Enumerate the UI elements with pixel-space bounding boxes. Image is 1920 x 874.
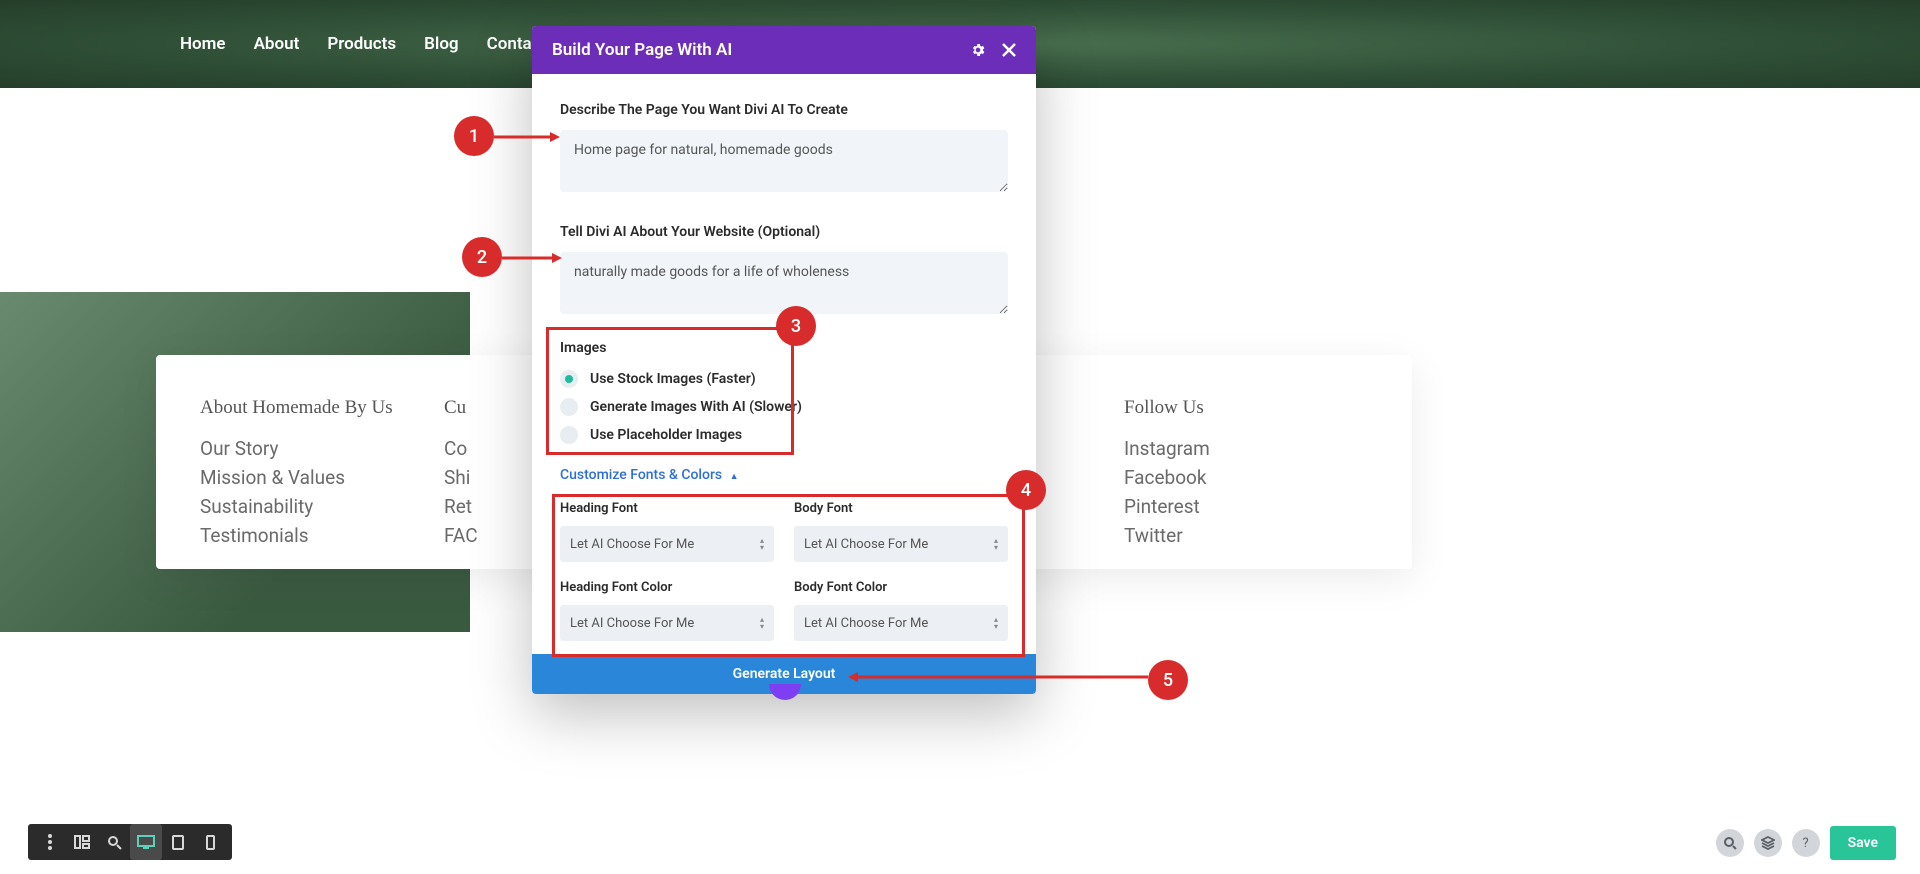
menu-icon[interactable] (34, 824, 66, 860)
footer-link[interactable]: Testimonials (200, 524, 444, 547)
describe-input[interactable] (560, 130, 1008, 192)
footer-link[interactable]: Sustainability (200, 495, 444, 518)
heading-color-select[interactable]: Let AI Choose For Me (560, 605, 774, 641)
footer-col1-title: About Homemade By Us (200, 397, 444, 419)
select-value: Let AI Choose For Me (804, 616, 928, 631)
modal-header: Build Your Page With AI (532, 26, 1036, 74)
body-color-select[interactable]: Let AI Choose For Me (794, 605, 1008, 641)
bottom-toolbar (28, 824, 232, 860)
customize-fonts-toggle[interactable]: Customize Fonts & Colors ▲ (560, 467, 739, 483)
anno-badge-2: 2 (462, 237, 502, 277)
modal-body: Describe The Page You Want Divi AI To Cr… (532, 74, 1036, 654)
footer-link[interactable]: Facebook (1124, 466, 1368, 489)
body-font-select[interactable]: Let AI Choose For Me (794, 526, 1008, 562)
footer-col2-title: Cu (444, 397, 504, 419)
select-arrows-icon (994, 617, 998, 630)
select-arrows-icon (760, 617, 764, 630)
select-value: Let AI Choose For Me (804, 537, 928, 552)
describe-label: Describe The Page You Want Divi AI To Cr… (560, 102, 1008, 118)
select-value: Let AI Choose For Me (570, 537, 694, 552)
customize-label: Customize Fonts & Colors (560, 467, 722, 483)
radio-dot-icon (560, 370, 578, 388)
footer-link[interactable]: Instagram (1124, 437, 1368, 460)
tablet-view-icon[interactable] (162, 824, 194, 860)
select-arrows-icon (994, 538, 998, 551)
wireframe-icon[interactable] (66, 824, 98, 860)
images-radio-group: Images Use Stock Images (Faster) Generat… (560, 340, 1008, 444)
tell-input[interactable] (560, 252, 1008, 314)
anno-badge-5: 5 (1148, 660, 1188, 700)
select-value: Let AI Choose For Me (570, 616, 694, 631)
body-font-label: Body Font (794, 501, 1008, 516)
footer-col-about: About Homemade By Us Our Story Mission &… (200, 397, 444, 527)
heading-font-label: Heading Font (560, 501, 774, 516)
mobile-view-icon[interactable] (194, 824, 226, 860)
ai-builder-modal: Build Your Page With AI Describe The Pag… (532, 26, 1036, 694)
collapse-up-icon: ▲ (730, 472, 739, 482)
fonts-grid: Heading Font Let AI Choose For Me Body F… (560, 501, 1008, 654)
modal-title: Build Your Page With AI (552, 40, 954, 60)
footer-col-follow: Follow Us Instagram Facebook Pinterest T… (1124, 397, 1368, 527)
nav-home[interactable]: Home (180, 34, 226, 54)
footer-link[interactable]: Shi (444, 466, 504, 489)
help-icon[interactable]: ? (1792, 829, 1820, 857)
radio-label: Use Placeholder Images (590, 427, 742, 443)
save-button[interactable]: Save (1830, 826, 1896, 860)
heading-color-label: Heading Font Color (560, 580, 774, 595)
anno-badge-4: 4 (1006, 470, 1046, 510)
body-color-label: Body Font Color (794, 580, 1008, 595)
heading-font-select[interactable]: Let AI Choose For Me (560, 526, 774, 562)
desktop-view-icon[interactable] (130, 824, 162, 860)
radio-placeholder[interactable]: Use Placeholder Images (560, 426, 1008, 444)
radio-stock-images[interactable]: Use Stock Images (Faster) (560, 370, 1008, 388)
footer-link[interactable]: Pinterest (1124, 495, 1368, 518)
radio-generate-ai[interactable]: Generate Images With AI (Slower) (560, 398, 1008, 416)
footer-link[interactable]: Mission & Values (200, 466, 444, 489)
zoom-icon[interactable] (98, 824, 130, 860)
footer-col3-title: Follow Us (1124, 397, 1368, 419)
radio-dot-icon (560, 426, 578, 444)
nav-products[interactable]: Products (327, 34, 396, 54)
footer-link[interactable]: Co (444, 437, 504, 460)
settings-icon[interactable] (970, 42, 986, 58)
history-icon[interactable] (1716, 829, 1744, 857)
layers-icon[interactable] (1754, 829, 1782, 857)
tell-label: Tell Divi AI About Your Website (Optiona… (560, 224, 1008, 240)
radio-dot-icon (560, 398, 578, 416)
nav-blog[interactable]: Blog (424, 34, 459, 54)
footer-col-cu: Cu Co Shi Ret FAC (444, 397, 504, 527)
radio-label: Use Stock Images (Faster) (590, 371, 756, 387)
close-icon[interactable] (1002, 43, 1016, 57)
bottom-right-controls: ? Save (1716, 826, 1896, 860)
radio-label: Generate Images With AI (Slower) (590, 399, 802, 415)
footer-link[interactable]: Twitter (1124, 524, 1368, 547)
anno-badge-3: 3 (776, 306, 816, 346)
anno-badge-1: 1 (454, 116, 494, 156)
footer-link[interactable]: Our Story (200, 437, 444, 460)
footer-link[interactable]: FAC (444, 524, 504, 547)
nav-about[interactable]: About (254, 34, 300, 54)
select-arrows-icon (760, 538, 764, 551)
footer-link[interactable]: Ret (444, 495, 504, 518)
